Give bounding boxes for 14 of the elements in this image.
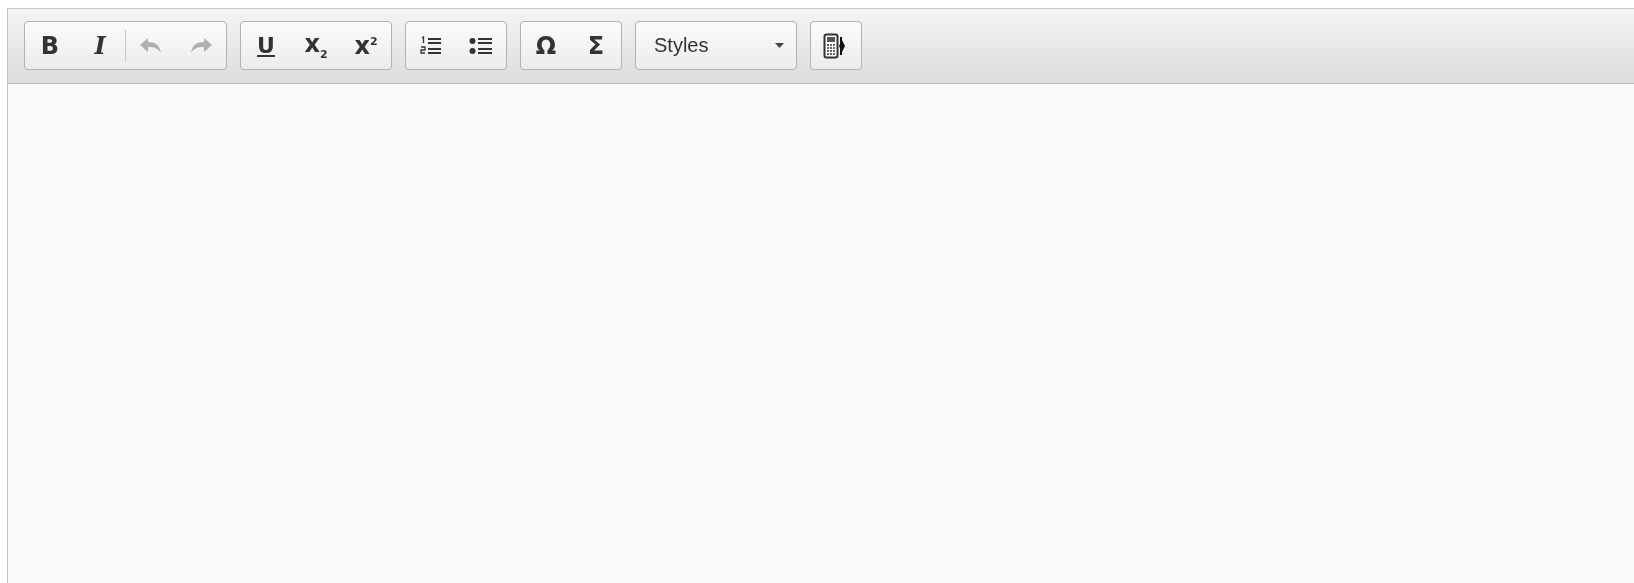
undo-icon — [140, 37, 162, 54]
underline-button[interactable]: U — [241, 22, 291, 69]
italic-button[interactable]: I — [75, 22, 125, 69]
bullet-list-icon — [469, 35, 493, 56]
toolbar-button[interactable]: x$_{2}$ — [291, 22, 341, 69]
toolbar-button[interactable]: Ω — [521, 22, 571, 69]
toolbar-button[interactable] — [810, 21, 862, 70]
styles-dropdown[interactable]: Styles — [635, 21, 797, 70]
toolbar-button[interactable]: Σ — [571, 22, 621, 69]
toolbar-button[interactable]: x$^{2}$ — [341, 22, 391, 69]
caret-icon — [775, 43, 784, 48]
redo-icon — [190, 37, 212, 54]
numbered-list-icon — [420, 35, 442, 56]
bold-button[interactable]: B — [25, 22, 75, 69]
